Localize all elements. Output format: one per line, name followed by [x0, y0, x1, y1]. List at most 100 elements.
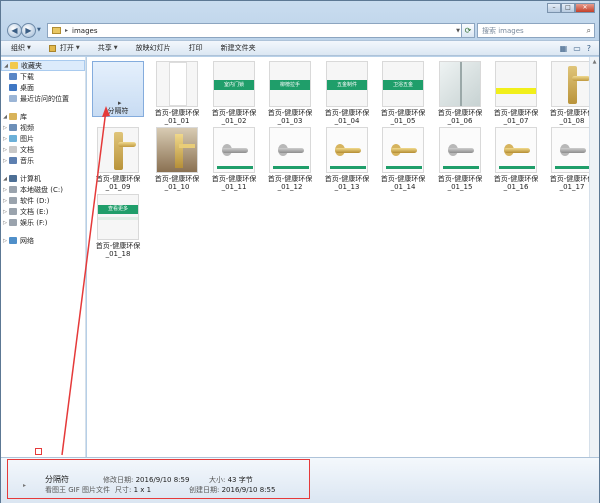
recent-pages-dropdown[interactable]: ▼: [37, 27, 41, 33]
library-icon: [9, 113, 17, 120]
navigation-bar: – □ ✕ ◀ ▶ ▼ ▸ images ▼ ⟳ 搜索 images ⌕: [1, 1, 599, 38]
open-icon: [48, 44, 56, 52]
nav-downloads[interactable]: 下载: [1, 71, 85, 82]
vertical-scrollbar[interactable]: ▲: [589, 57, 599, 457]
drive-icon: [9, 197, 17, 204]
print-button[interactable]: 打印: [179, 43, 211, 53]
arrow-left-icon: ◀: [11, 26, 18, 35]
file-name: 首页-健康环保_01_04: [324, 109, 370, 125]
file-name: 首页-健康环保_01_15: [437, 175, 483, 191]
nav-network[interactable]: ▷ 网络: [1, 235, 85, 246]
search-input[interactable]: 搜索 images ⌕: [477, 23, 595, 38]
forward-button[interactable]: ▶: [21, 23, 36, 38]
minimize-button[interactable]: –: [547, 3, 561, 13]
file-name: 首页-健康环保_01_16: [493, 175, 539, 191]
file-item[interactable]: 首页-健康环保_01_14: [376, 127, 430, 191]
nav-desktop[interactable]: 桌面: [1, 82, 85, 93]
file-item[interactable]: 首页-健康环保_01_11: [207, 127, 261, 191]
breadcrumb-chevron-icon[interactable]: ▸: [65, 27, 68, 34]
maximize-button[interactable]: □: [561, 3, 575, 13]
file-thumbnail: [439, 61, 481, 107]
share-button[interactable]: 共享 ▼: [88, 43, 126, 53]
expand-icon[interactable]: ▷: [1, 238, 9, 244]
address-path[interactable]: images: [72, 27, 97, 35]
nav-music[interactable]: ▷ 音乐: [1, 155, 85, 166]
address-bar[interactable]: ▸ images ▼: [47, 23, 464, 38]
expand-icon[interactable]: ◢: [1, 114, 9, 120]
file-item[interactable]: 首页-健康环保_01_09: [91, 127, 145, 191]
help-icon[interactable]: ?: [587, 44, 591, 53]
slideshow-button[interactable]: 放映幻灯片: [126, 43, 179, 53]
file-thumbnail: [156, 61, 198, 107]
file-item[interactable]: 首页-健康环保_01_10: [150, 127, 204, 191]
search-placeholder: 搜索 images: [482, 26, 524, 35]
explorer-window: – □ ✕ ◀ ▶ ▼ ▸ images ▼ ⟳ 搜索 images ⌕ 组织 ▼…: [0, 0, 600, 503]
file-item[interactable]: 首页-健康环保_01_12: [263, 127, 317, 191]
nav-pictures[interactable]: ▷ 图片: [1, 133, 85, 144]
file-item[interactable]: 首页-健康环保_01_07: [489, 61, 543, 125]
file-item[interactable]: 卫浴五金 首页-健康环保_01_05: [376, 61, 430, 125]
file-item[interactable]: 五金制件 首页-健康环保_01_04: [320, 61, 374, 125]
nav-drive-f[interactable]: ▷ 娱乐 (F:): [1, 217, 85, 228]
file-item[interactable]: 首页-健康环保_01_15: [433, 127, 487, 191]
file-item[interactable]: 首页-健康环保_01_06: [433, 61, 487, 125]
file-name: 首页-健康环保_01_12: [267, 175, 313, 191]
organize-button[interactable]: 组织 ▼: [1, 43, 39, 53]
window-controls: – □ ✕: [547, 3, 595, 13]
cursor-icon: ▸: [118, 99, 122, 107]
back-button[interactable]: ◀: [7, 23, 22, 38]
search-icon: ⌕: [586, 25, 591, 35]
expand-icon[interactable]: ◢: [1, 176, 9, 182]
file-thumbnail: [551, 127, 593, 173]
file-item[interactable]: 首页-健康环保_01_16: [489, 127, 543, 191]
expand-icon[interactable]: ▷: [1, 220, 9, 226]
nav-drive-d[interactable]: ▷ 软件 (D:): [1, 195, 85, 206]
expand-icon[interactable]: ◢: [2, 63, 10, 69]
nav-favorites[interactable]: ◢ 收藏夹: [1, 60, 85, 71]
preview-pane-icon[interactable]: ▭: [573, 44, 581, 53]
nav-videos[interactable]: ▷ 视频: [1, 122, 85, 133]
folder-icon: [52, 27, 61, 34]
file-item[interactable]: 柳榜拉手 首页-健康环保_01_03: [263, 61, 317, 125]
view-options-icon[interactable]: ▦: [560, 44, 568, 53]
annotation-small-box: [35, 448, 42, 455]
new-folder-button[interactable]: 新建文件夹: [211, 43, 264, 53]
drive-icon: [9, 219, 17, 226]
open-button[interactable]: 打开 ▼: [39, 43, 88, 53]
file-thumbnail: [213, 127, 255, 173]
nav-drive-c[interactable]: ▷ 本地磁盘 (C:): [1, 184, 85, 195]
expand-icon[interactable]: ▷: [1, 136, 9, 142]
expand-icon[interactable]: ▷: [1, 209, 9, 215]
nav-computer[interactable]: ◢ 计算机: [1, 173, 85, 184]
nav-libraries[interactable]: ◢ 库: [1, 111, 85, 122]
file-list-view[interactable]: ▸ 分隔符 首页-健康环保_01_01 室内门锁 首页-健康环保_01_02 柳榜拉手 首页…: [87, 57, 594, 457]
file-name: 首页-健康环保_01_03: [267, 109, 313, 125]
chevron-down-icon[interactable]: ▼: [456, 28, 460, 34]
file-thumbnail: [326, 127, 368, 173]
picture-icon: [9, 135, 17, 142]
file-thumbnail: 查看更多: [97, 194, 139, 240]
close-button[interactable]: ✕: [575, 3, 595, 13]
file-item[interactable]: 首页-健康环保_01_13: [320, 127, 374, 191]
file-item[interactable]: 查看更多 首页-健康环保_01_18: [91, 194, 145, 258]
scroll-up-icon[interactable]: ▲: [590, 57, 599, 67]
file-name: 分隔符: [107, 107, 129, 115]
file-item[interactable]: ▸ 分隔符: [91, 61, 145, 117]
file-item[interactable]: 室内门锁 首页-健康环保_01_02: [207, 61, 261, 125]
expand-icon[interactable]: ▷: [1, 125, 9, 131]
expand-icon[interactable]: ▷: [1, 187, 9, 193]
drive-icon: [9, 208, 17, 215]
expand-icon[interactable]: ▷: [1, 147, 9, 153]
nav-documents[interactable]: ▷ 文档: [1, 144, 85, 155]
refresh-button[interactable]: ⟳: [461, 23, 475, 38]
file-item[interactable]: 首页-健康环保_01_01: [150, 61, 204, 125]
nav-drive-e[interactable]: ▷ 文档 (E:): [1, 206, 85, 217]
file-name: 首页-健康环保_01_11: [211, 175, 257, 191]
file-thumbnail: [439, 127, 481, 173]
file-name: 首页-健康环保_01_10: [154, 175, 200, 191]
file-name: 首页-健康环保_01_13: [324, 175, 370, 191]
computer-icon: [9, 175, 17, 182]
expand-icon[interactable]: ▷: [1, 198, 9, 204]
expand-icon[interactable]: ▷: [1, 158, 9, 164]
nav-recent[interactable]: 最近访问的位置: [1, 93, 85, 104]
